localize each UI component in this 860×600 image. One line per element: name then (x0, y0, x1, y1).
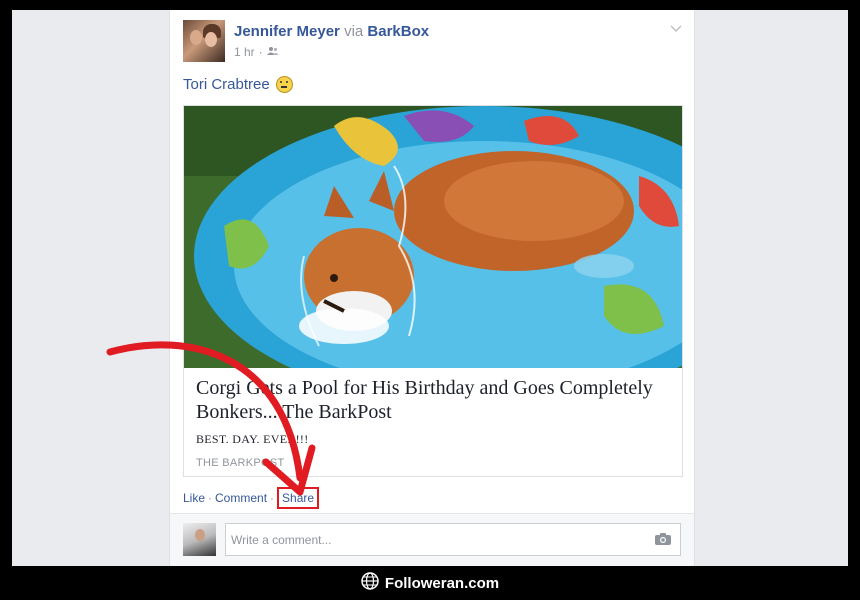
tagged-person-link[interactable]: Tori Crabtree (183, 76, 270, 93)
link-preview-body: Corgi Gets a Pool for His Birthday and G… (196, 376, 671, 469)
post-header: Jennifer Meyer via BarkBox (234, 23, 429, 40)
via-page-link[interactable]: BarkBox (367, 23, 429, 40)
post-text: Tori Crabtree (183, 76, 293, 93)
link-title[interactable]: Corgi Gets a Pool for His Birthday and G… (196, 376, 671, 424)
action-separator: · (208, 491, 213, 505)
author-avatar[interactable] (183, 20, 225, 62)
friends-icon[interactable] (266, 45, 279, 59)
commenter-avatar (183, 523, 216, 556)
comment-input[interactable] (225, 523, 681, 556)
browser-screen: Jennifer Meyer via BarkBox 1 hr · Tori C… (12, 10, 848, 566)
author-name[interactable]: Jennifer Meyer (234, 23, 340, 40)
via-text: via (344, 23, 364, 40)
post-timestamp[interactable]: 1 hr (234, 45, 255, 59)
corgi-in-kiddie-pool-photo[interactable] (184, 106, 682, 368)
watermark-brand: Followeran.com (384, 574, 500, 592)
link-preview-card[interactable]: Corgi Gets a Pool for His Birthday and G… (183, 105, 683, 477)
link-source: THE BARKPOST (196, 457, 285, 469)
chevron-down-icon[interactable] (670, 22, 682, 36)
facebook-post: Jennifer Meyer via BarkBox 1 hr · Tori C… (169, 10, 695, 566)
post-actions: Like · Comment · Share (183, 487, 320, 509)
camera-icon[interactable] (655, 532, 671, 545)
like-link[interactable]: Like (183, 491, 205, 505)
globe-icon (361, 571, 379, 595)
comment-area (170, 513, 694, 566)
share-link-highlight[interactable]: Share (277, 487, 320, 509)
meta-separator: · (258, 45, 263, 59)
comment-link[interactable]: Comment (215, 491, 267, 505)
watermark-bar: Followeran.com (0, 566, 860, 600)
post-meta: 1 hr · (234, 45, 279, 59)
smiley-emoji-icon (275, 76, 293, 93)
share-link[interactable]: Share (282, 491, 314, 505)
action-separator: · (270, 491, 275, 505)
link-description: BEST. DAY. EVER!!! (196, 432, 309, 446)
